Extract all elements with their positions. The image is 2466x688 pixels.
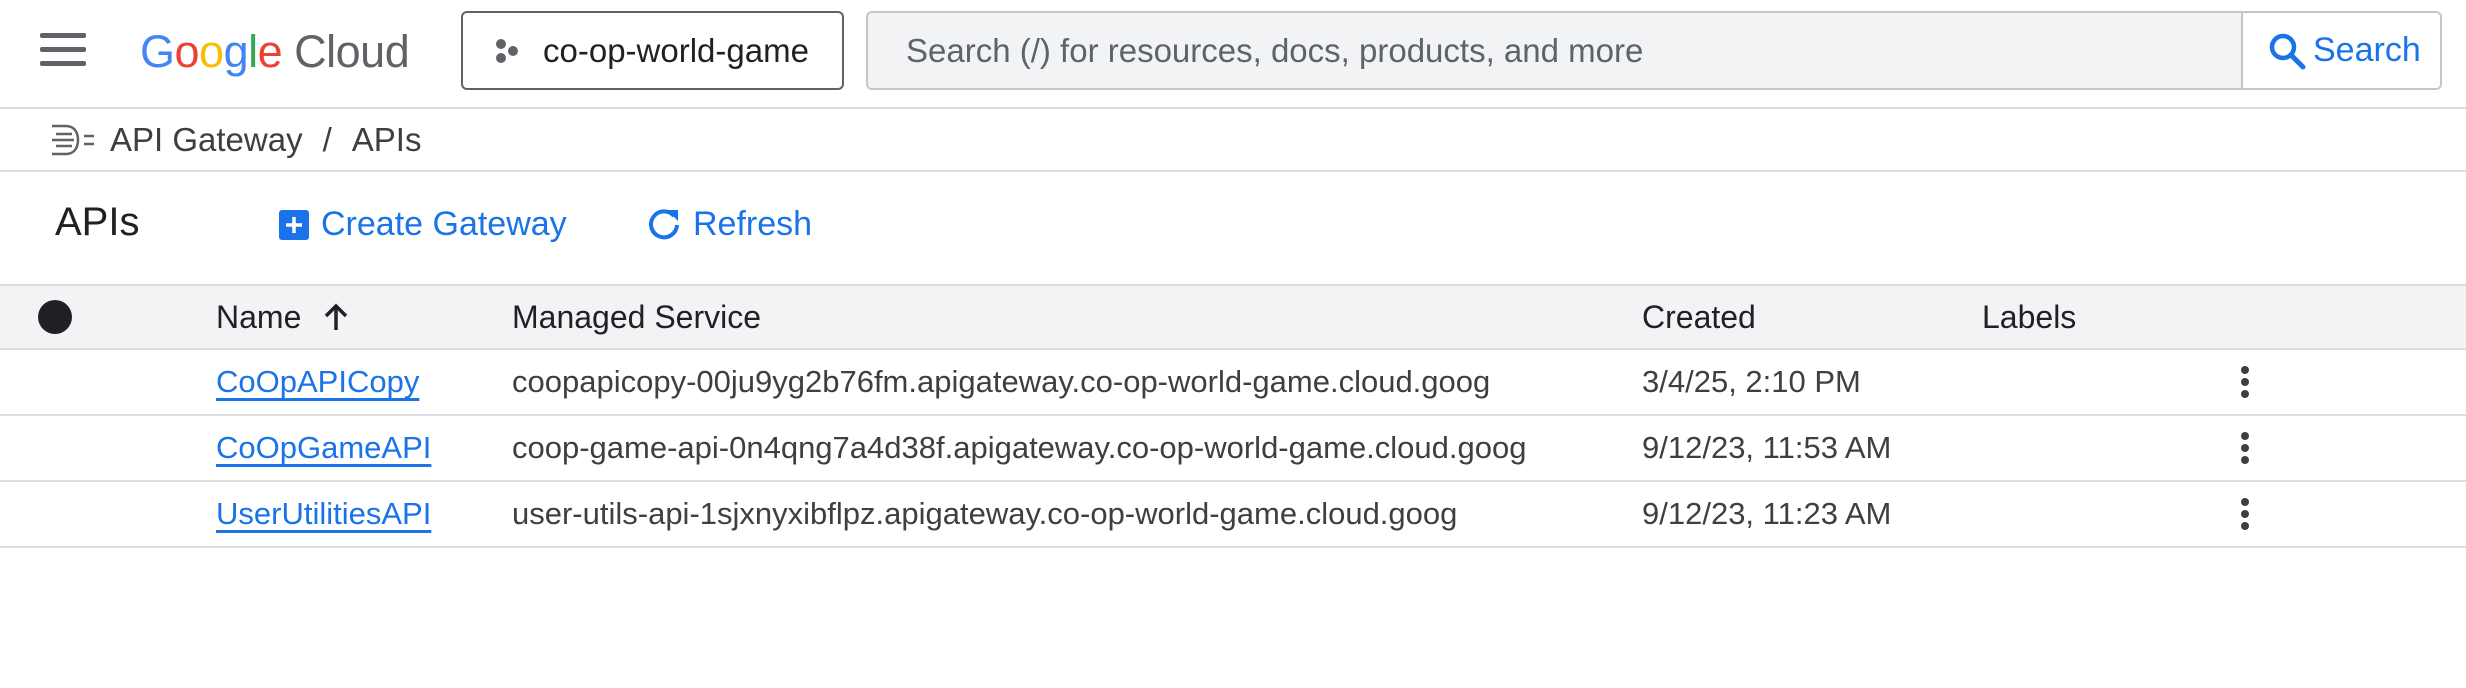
google-cloud-logo[interactable]: Google Cloud: [140, 22, 410, 82]
breadcrumb-item-apis[interactable]: APIs: [352, 121, 422, 159]
search-input[interactable]: [868, 13, 2241, 88]
create-gateway-label: Create Gateway: [321, 205, 567, 243]
column-header-name[interactable]: Name: [216, 286, 349, 348]
project-picker-button[interactable]: co-op-world-game: [461, 11, 844, 90]
search-bar: Search: [866, 11, 2442, 90]
column-header-labels: Labels: [1982, 298, 2077, 335]
logo-letter: e: [257, 26, 283, 77]
api-name-link[interactable]: CoOpGameAPI: [216, 430, 431, 466]
api-name-link[interactable]: CoOpAPICopy: [216, 364, 419, 400]
logo-letter: o: [199, 26, 224, 77]
refresh-button[interactable]: Refresh: [645, 205, 812, 244]
table-row: CoOpAPICopy coopapicopy-00ju9yg2b76fm.ap…: [0, 350, 2466, 416]
api-gateway-icon: [52, 124, 94, 156]
api-name-cell: UserUtilitiesAPI: [216, 482, 431, 546]
created-cell: 9/12/23, 11:23 AM: [1642, 496, 1892, 531]
apis-table: Name Managed Service Created Labels CoOp…: [0, 284, 2466, 548]
search-icon: [2269, 33, 2306, 69]
column-header-name-label: Name: [216, 298, 302, 335]
hamburger-menu-icon[interactable]: [40, 33, 86, 69]
column-header-created[interactable]: Created: [1642, 286, 1756, 348]
logo-product: Cloud: [294, 26, 410, 77]
search-button-label: Search: [2313, 31, 2421, 69]
breadcrumb: API Gateway / APIs: [50, 112, 421, 168]
select-all-cell: [38, 286, 72, 348]
logo-letter: g: [223, 26, 249, 77]
logo-letter: l: [248, 26, 258, 77]
refresh-label: Refresh: [693, 205, 813, 243]
table-row: UserUtilitiesAPI user-utils-api-1sjxnyxi…: [0, 482, 2466, 548]
search-button[interactable]: Search: [2241, 13, 2440, 88]
created-cell: 9/12/23, 11:53 AM: [1642, 430, 1892, 465]
add-box-icon: [279, 209, 309, 240]
arrow-up-icon: [325, 303, 348, 330]
page-title: APIs: [55, 200, 140, 244]
api-name-cell: CoOpAPICopy: [216, 350, 419, 414]
managed-service-cell: coopapicopy-00ju9yg2b76fm.apigateway.co-…: [512, 364, 1491, 399]
more-vert-icon[interactable]: [2230, 492, 2260, 536]
breadcrumb-item-api-gateway[interactable]: API Gateway: [110, 121, 303, 159]
breadcrumb-separator: /: [322, 121, 332, 158]
api-name-link[interactable]: UserUtilitiesAPI: [216, 496, 431, 532]
logo-letter: o: [174, 26, 200, 77]
project-dots-icon: [496, 38, 518, 63]
top-bar: Google Cloud co-op-world-game Search: [0, 0, 2466, 107]
select-all-checkbox[interactable]: [38, 300, 72, 334]
project-name: co-op-world-game: [543, 31, 809, 69]
column-header-managed-service[interactable]: Managed Service: [512, 286, 761, 348]
top-bar-divider: [0, 107, 2466, 109]
breadcrumb-divider: [0, 170, 2466, 172]
more-vert-icon[interactable]: [2230, 360, 2260, 404]
create-gateway-button[interactable]: Create Gateway: [277, 205, 567, 244]
more-vert-icon[interactable]: [2230, 426, 2260, 470]
api-name-cell: CoOpGameAPI: [216, 416, 431, 480]
table-header-row: Name Managed Service Created Labels: [0, 284, 2466, 350]
table-row: CoOpGameAPI coop-game-api-0n4qng7a4d38f.…: [0, 416, 2466, 482]
row-actions-cell: [2230, 350, 2260, 414]
row-actions-cell: [2230, 416, 2260, 480]
row-actions-cell: [2230, 482, 2260, 546]
managed-service-cell: user-utils-api-1sjxnyxibflpz.apigateway.…: [512, 496, 1458, 531]
logo-letter: G: [140, 26, 175, 77]
created-cell: 3/4/25, 2:10 PM: [1642, 364, 1861, 399]
managed-service-cell: coop-game-api-0n4qng7a4d38f.apigateway.c…: [512, 430, 1527, 465]
refresh-icon: [649, 208, 679, 239]
